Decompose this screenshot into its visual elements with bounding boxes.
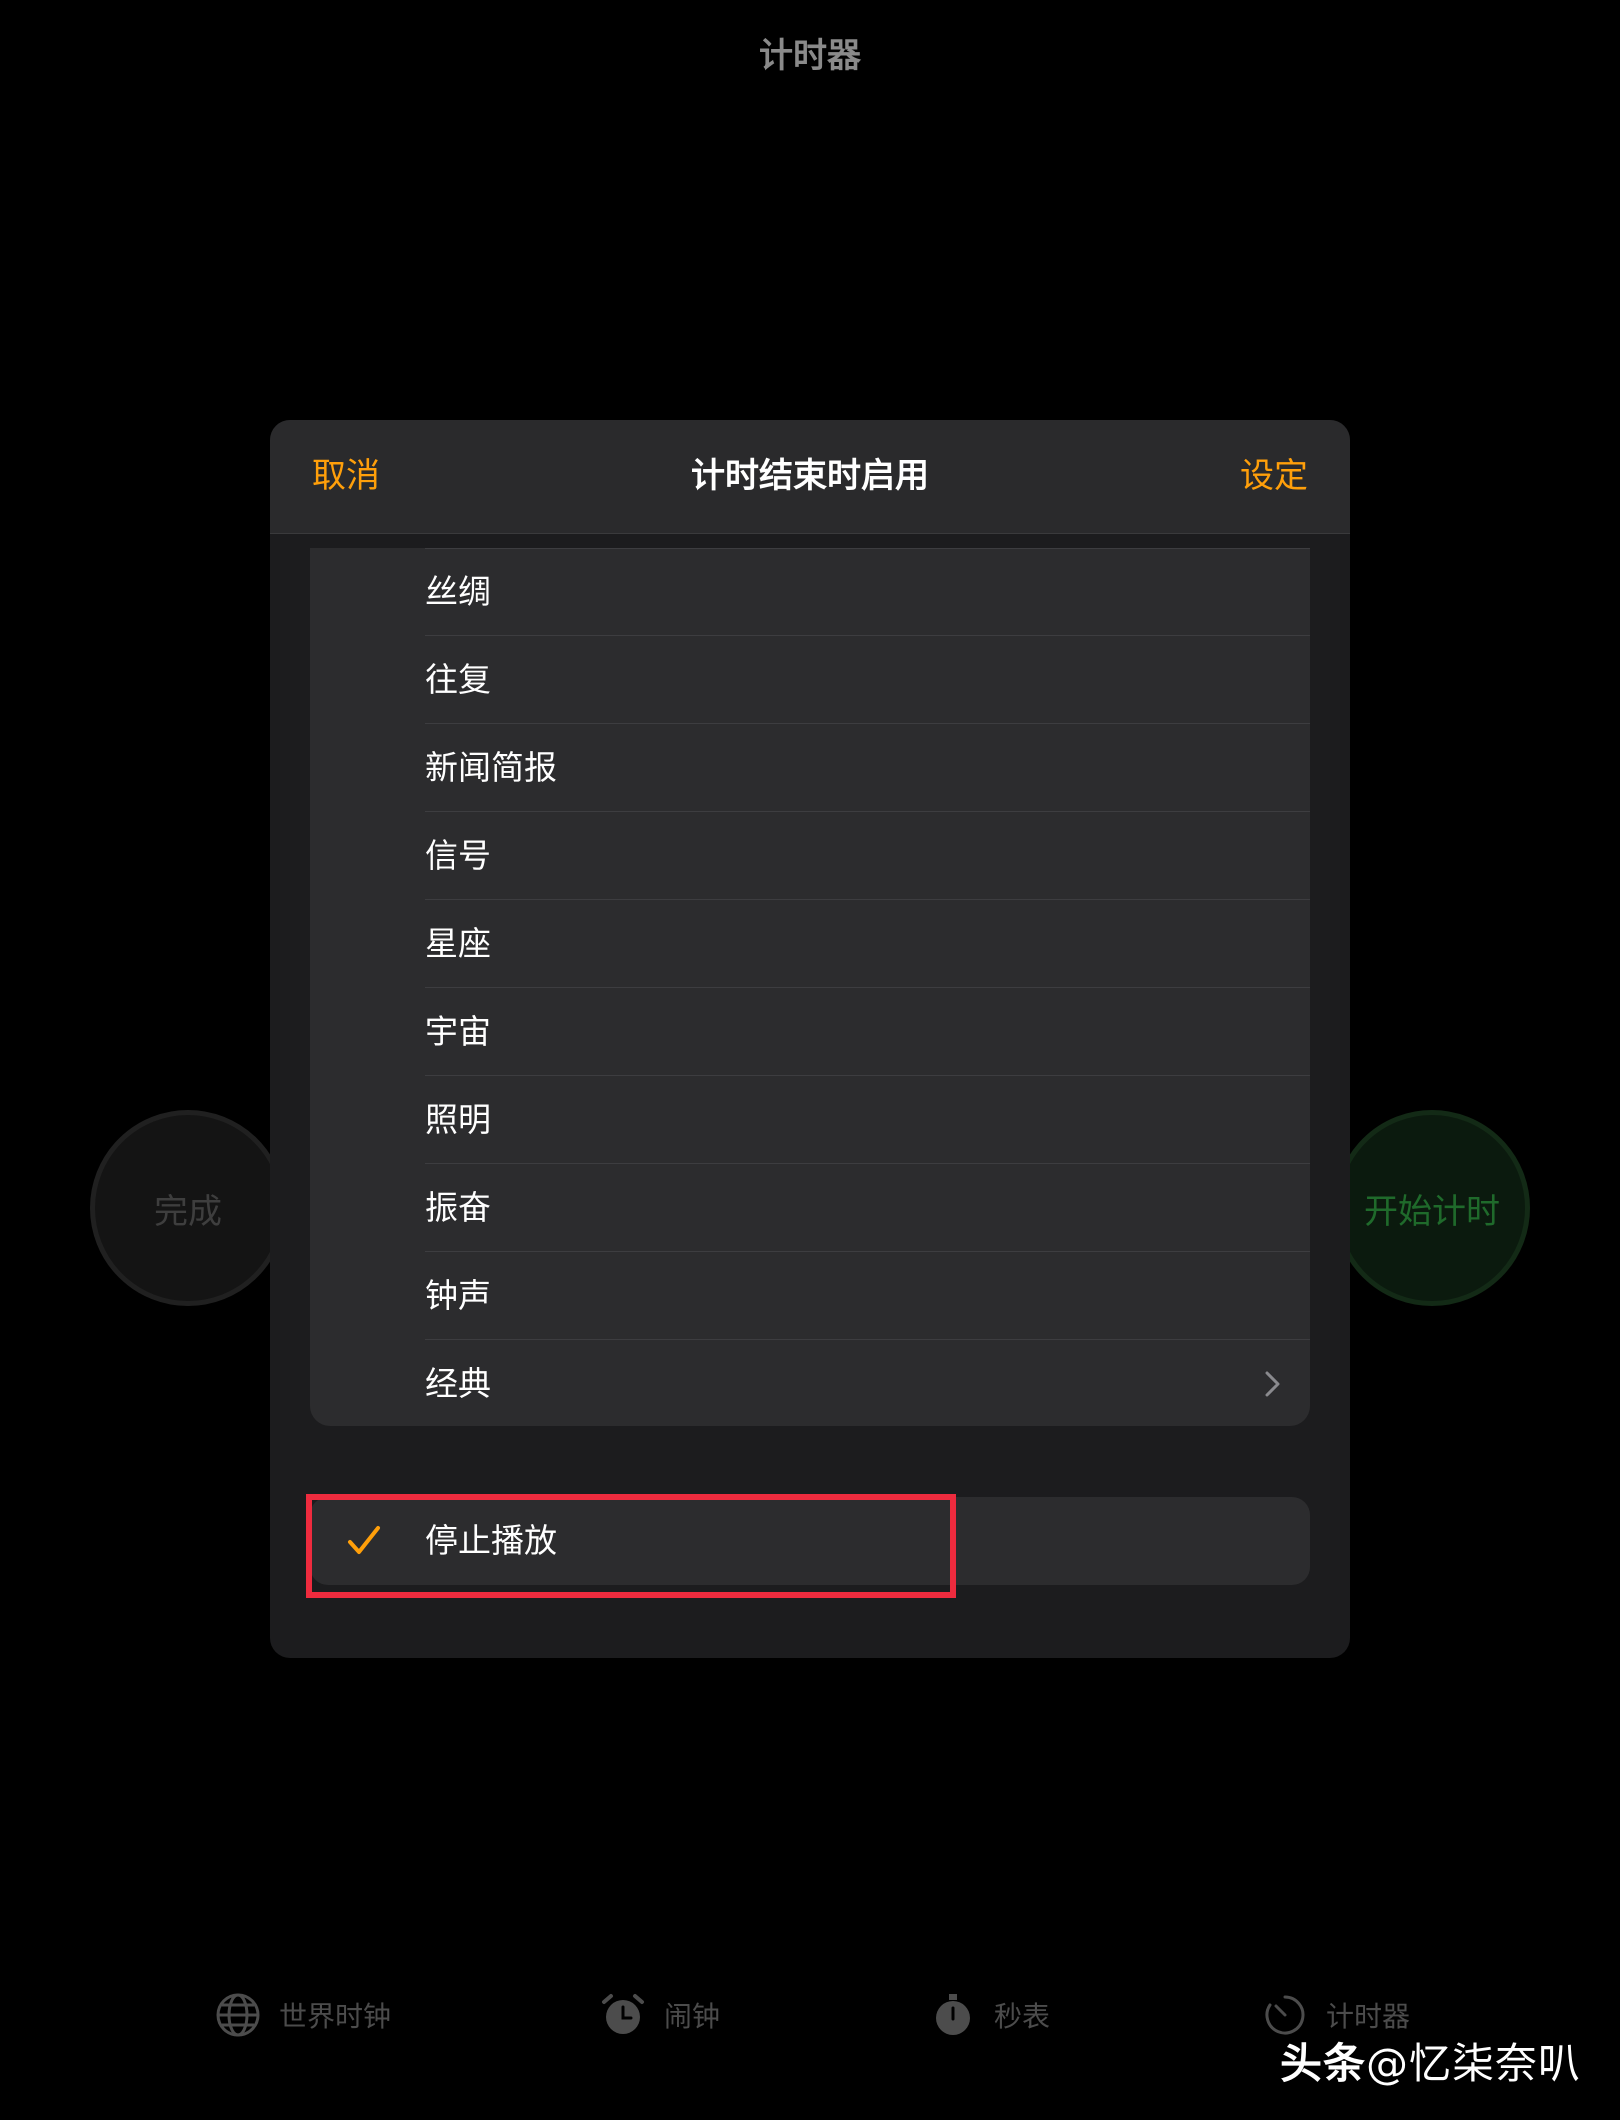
start-timer-button[interactable]: 开始计时 bbox=[1334, 1110, 1530, 1306]
sheet-title: 计时结束时启用 bbox=[691, 456, 929, 496]
sound-item-cosmic[interactable]: 宇宙 bbox=[310, 988, 1310, 1076]
stopwatch-icon bbox=[936, 1994, 970, 2035]
sound-item-reciprocate[interactable]: 往复 bbox=[310, 636, 1310, 724]
sound-item-silk[interactable]: 丝绸 bbox=[310, 548, 1310, 636]
tab-label: 秒表 bbox=[994, 2000, 1051, 2033]
tab-world-clock[interactable]: 世界时钟 bbox=[215, 1960, 391, 2070]
page-title: 计时器 bbox=[759, 36, 861, 76]
sound-item-constellation[interactable]: 星座 bbox=[310, 900, 1310, 988]
sound-item-uplift[interactable]: 振奋 bbox=[310, 1164, 1310, 1252]
tab-label: 闹钟 bbox=[664, 2000, 721, 2033]
start-timer-button-label: 开始计时 bbox=[1364, 1191, 1500, 1232]
sound-item-label: 钟声 bbox=[425, 1276, 491, 1315]
sound-item-label: 丝绸 bbox=[425, 572, 491, 611]
checkmark-icon bbox=[348, 1526, 380, 1554]
tab-label: 世界时钟 bbox=[279, 2000, 392, 2033]
done-button[interactable]: 完成 bbox=[90, 1110, 286, 1306]
stop-playing-label: 停止播放 bbox=[425, 1521, 557, 1560]
sound-item-label: 经典 bbox=[425, 1364, 491, 1403]
sound-item-label: 星座 bbox=[425, 924, 491, 963]
when-timer-ends-sheet: 取消 计时结束时启用 设定 丝绸 往复 新闻简报 信号 星座 宇宙 照明 振奋 … bbox=[270, 420, 1350, 1658]
sound-item-label: 宇宙 bbox=[425, 1012, 491, 1051]
globe-icon bbox=[216, 1993, 260, 2037]
sound-item-signal[interactable]: 信号 bbox=[310, 812, 1310, 900]
watermark: 头条@忆柒奈叭 bbox=[1280, 2030, 1581, 2091]
sound-item-label: 新闻简报 bbox=[425, 748, 557, 787]
sound-item-label: 信号 bbox=[425, 836, 491, 875]
chevron-right-icon bbox=[1265, 1371, 1280, 1397]
tab-label: 计时器 bbox=[1326, 2000, 1411, 2033]
stop-playing-option[interactable]: 停止播放 bbox=[310, 1497, 1310, 1585]
sound-item-label: 照明 bbox=[425, 1100, 491, 1139]
watermark-handle: @忆柒奈叭 bbox=[1366, 2039, 1582, 2088]
sound-item-illuminate[interactable]: 照明 bbox=[310, 1076, 1310, 1164]
sound-item-classic[interactable]: 经典 bbox=[310, 1340, 1310, 1428]
watermark-brand: 头条 bbox=[1280, 2039, 1367, 2088]
sound-item-label: 往复 bbox=[425, 660, 491, 699]
set-button[interactable]: 设定 bbox=[1240, 420, 1308, 533]
tab-alarm[interactable]: 闹钟 bbox=[600, 1960, 720, 2070]
sound-list: 丝绸 往复 新闻简报 信号 星座 宇宙 照明 振奋 钟声 经典 bbox=[310, 548, 1310, 1426]
sound-item-label: 振奋 bbox=[425, 1188, 491, 1227]
sound-item-news-flash[interactable]: 新闻简报 bbox=[310, 724, 1310, 812]
cancel-button[interactable]: 取消 bbox=[312, 420, 380, 533]
sheet-nav-bar: 取消 计时结束时启用 设定 bbox=[270, 420, 1350, 534]
done-button-label: 完成 bbox=[154, 1191, 222, 1232]
tab-stopwatch[interactable]: 秒表 bbox=[930, 1960, 1050, 2070]
sound-item-chimes[interactable]: 钟声 bbox=[310, 1252, 1310, 1340]
alarm-clock-icon bbox=[602, 1994, 644, 2034]
